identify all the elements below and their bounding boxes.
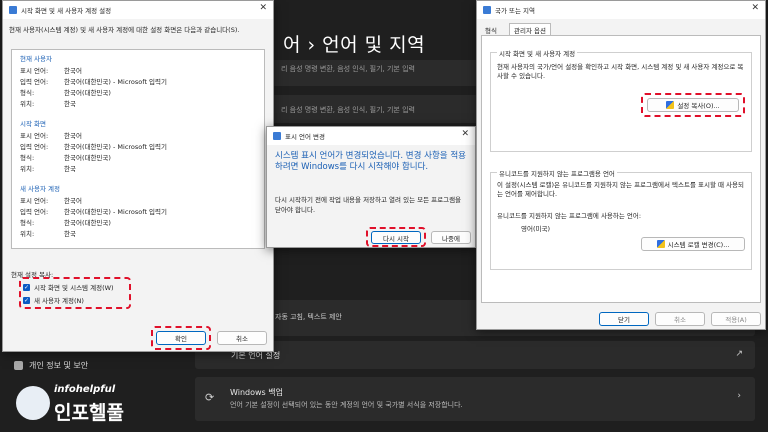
dialog-heading: 시스템 표시 언어가 변경되었습니다. 변경 사항을 적용하려면 Windows… [275,151,466,172]
close-icon[interactable]: ✕ [259,3,267,13]
field-value: 한국어 [64,197,82,205]
sidebar-item-privacy[interactable]: 개인 정보 및 보안 [14,360,88,371]
checkbox-label: 새 사용자 계정(N) [34,297,84,305]
checkbox-checked-icon: ✓ [23,283,30,291]
current-locale-label: 유니코드를 지원하지 않는 프로그램에 사용하는 언어: [497,212,642,220]
apply-button[interactable]: 적용(A) [711,312,761,326]
field-label: 위치: [20,165,35,173]
field-label: 형식: [20,154,35,162]
field-value: 한국어(대한민국) - Microsoft 입력기 [64,208,167,216]
field-value: 한국어(대한민국) - Microsoft 입력기 [64,143,167,151]
windows-backup-row[interactable]: ⟳ Windows 백업 언어 기본 설정이 선택되어 있는 동안 계정의 언어… [195,377,755,421]
dialog-title: 표시 언어 변경 [285,133,326,141]
row-desc: 자동 고침, 텍스트 제안 [275,313,342,321]
field-label: 입력 언어: [20,143,49,151]
restart-button[interactable]: 다시 시작 [371,231,421,244]
welcome-checkbox[interactable]: ✓ 시작 화면 및 시스템 계정(W) [23,282,114,292]
cancel-button[interactable]: 취소 [217,331,267,345]
field-value: 한국어(대한민국) - Microsoft 입력기 [64,78,167,86]
field-label: 표시 언어: [20,197,49,205]
group-welcome: 시작 화면 및 새 사용자 계정 현재 사용자의 국가/언어 설정을 확인하고 … [490,48,752,152]
copy-settings-dialog: 시작 화면 및 새 사용자 계정 설정 ✕ 현재 사용자(시스템 계정) 및 새… [2,0,274,352]
field-label: 입력 언어: [20,78,49,86]
app-icon [9,6,17,14]
titlebar: 시작 화면 및 새 사용자 계정 설정 ✕ [3,1,273,19]
field-label: 형식: [20,219,35,227]
region-dialog: 국가 또는 지역 ✕ 형식 관리자 옵션 시작 화면 및 새 사용자 계정 현재… [476,0,766,330]
field-label: 표시 언어: [20,132,49,140]
dialog-body: 다시 시작하기 전에 작업 내용을 저장하고 열려 있는 모든 프로그램을 닫아… [275,196,462,214]
field-value: 한국 [64,165,76,173]
app-icon [273,132,281,140]
close-icon[interactable]: ✕ [461,129,469,139]
later-button[interactable]: 나중에 [431,231,471,244]
ok-button[interactable]: 확인 [156,331,206,345]
section-heading: 현재 사용자 [20,55,52,63]
change-language-dialog: 표시 언어 변경 ✕ 시스템 표시 언어가 변경되었습니다. 변경 사항을 적용… [266,126,476,248]
change-locale-button[interactable]: 시스템 로캘 변경(C)... [641,237,745,251]
row-desc: 리 음성 명령 변환, 음성 인식, 필기, 기본 입력 [281,106,415,114]
group-desc: 현재 사용자의 국가/언어 설정을 확인하고 시작 화면, 시스템 계정 및 새… [497,63,744,80]
checkbox-checked-icon: ✓ [23,296,30,304]
field-value: 한국어(대한민국) [64,154,111,162]
section-heading: 새 사용자 계정 [20,185,61,193]
tab-format[interactable]: 형식 [485,25,497,35]
field-label: 입력 언어: [20,208,49,216]
sidebar-item-label: 개인 정보 및 보안 [29,361,89,370]
watermark-brand: 인포헬풀 [54,402,124,424]
app-icon [483,6,491,14]
field-label: 표시 언어: [20,67,49,75]
dialog-title: 시작 화면 및 새 사용자 계정 설정 [21,7,112,15]
field-value: 한국어(대한민국) [64,89,111,97]
field-value: 한국어(대한민국) [64,219,111,227]
checkbox-label: 시작 화면 및 시스템 계정(W) [34,284,114,292]
new-user-checkbox[interactable]: ✓ 새 사용자 계정(N) [23,295,84,305]
field-value: 한국어 [64,67,82,75]
uac-shield-icon [666,101,675,109]
field-value: 한국 [64,230,76,238]
field-label: 형식: [20,89,35,97]
tab-panel: 시작 화면 및 새 사용자 계정 현재 사용자의 국가/언어 설정을 확인하고 … [481,35,761,303]
watermark-logo-icon [16,386,50,420]
admin-language-settings[interactable]: 기본 언어 설정 ↗ [195,341,755,369]
field-label: 위치: [20,230,35,238]
backup-title: Windows 백업 [230,388,283,397]
backup-desc: 언어 기본 설정이 선택되어 있는 동안 계정의 언어 및 국가별 서식을 저장… [230,401,463,409]
titlebar: 국가 또는 지역 ✕ [477,1,765,19]
settings-summary-box: 현재 사용자 표시 언어: 한국어 입력 언어: 한국어(대한민국) - Microso… [11,49,265,249]
dialog-title: 국가 또는 지역 [495,7,536,15]
watermark-text: infohelpful [54,384,116,395]
chevron-right-icon: › [737,391,741,401]
intro-text: 현재 사용자(시스템 계정) 및 새 사용자 계정에 대한 설정 화면은 다음과… [9,26,240,34]
shield-icon [14,361,23,370]
close-icon[interactable]: ✕ [751,3,759,13]
page-title: 어 › 언어 및 지역 [283,34,426,56]
copy-settings-button[interactable]: 설정 복사(O)... [647,98,739,112]
titlebar: 표시 언어 변경 ✕ [267,127,475,145]
section-heading: 시작 화면 [20,120,46,128]
row-desc: 리 음성 명령 변환, 음성 인식, 필기, 기본 입력 [281,65,415,73]
field-value: 한국어 [64,132,82,140]
field-value: 한국 [64,100,76,108]
close-button[interactable]: 닫기 [599,312,649,326]
field-label: 위치: [20,100,35,108]
cancel-button[interactable]: 취소 [655,312,705,326]
sync-icon: ⟳ [205,391,215,404]
external-link-icon: ↗ [735,349,743,359]
group-title: 시작 화면 및 새 사용자 계정 [497,48,578,58]
uac-shield-icon [656,240,665,248]
group-title: 유니코드를 지원하지 않는 프로그램용 언어 [497,168,617,178]
current-locale-value: 영어(미국) [521,225,550,233]
group-desc: 이 설정(시스템 로캘)은 유니코드를 지원하지 않는 프로그램에서 텍스트를 … [497,181,744,198]
button-label: 설정 복사(O)... [677,102,720,110]
button-label: 시스템 로캘 변경(C)... [667,241,730,249]
group-system-locale: 유니코드를 지원하지 않는 프로그램용 언어 이 설정(시스템 로캘)은 유니코… [490,168,752,270]
